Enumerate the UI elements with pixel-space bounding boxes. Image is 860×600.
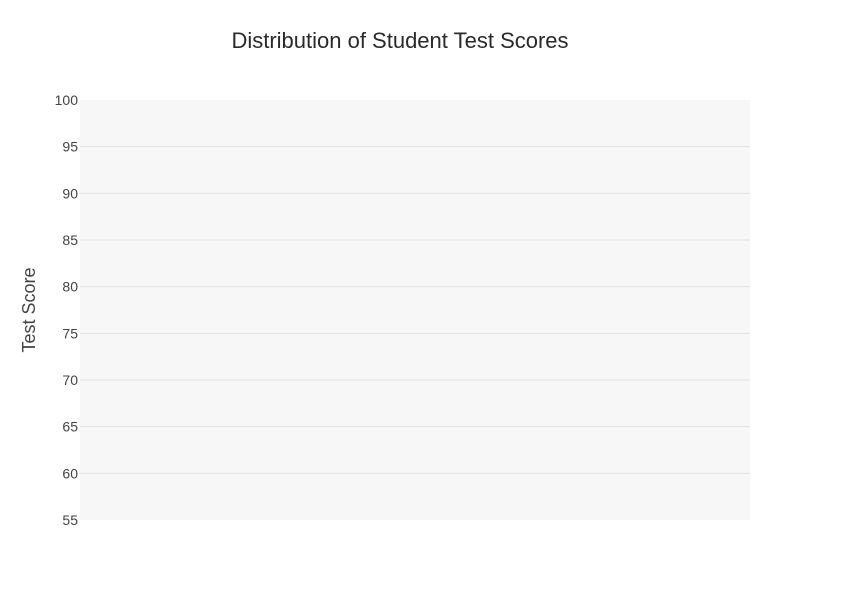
y-axis-ticks: 55 60 65 70 75 80 85 90 95 100 [55,92,79,528]
y-tick-label: 70 [62,372,78,388]
y-tick-label: 100 [55,92,79,108]
y-tick-label: 55 [62,512,78,528]
y-tick-label: 85 [62,232,78,248]
y-tick-label: 80 [62,279,78,295]
chart-container: Distribution of Student Test Scores 55 60… [0,0,860,600]
y-tick-label: 90 [62,185,78,201]
chart-canvas: 55 60 65 70 75 80 85 90 95 100 Test Score [19,92,750,528]
y-tick-label: 75 [62,325,78,341]
y-axis-title: Test Score [19,267,39,352]
y-tick-label: 95 [62,139,78,155]
y-tick-label: 60 [62,465,78,481]
plot-area [80,100,750,520]
y-tick-label: 65 [62,419,78,435]
